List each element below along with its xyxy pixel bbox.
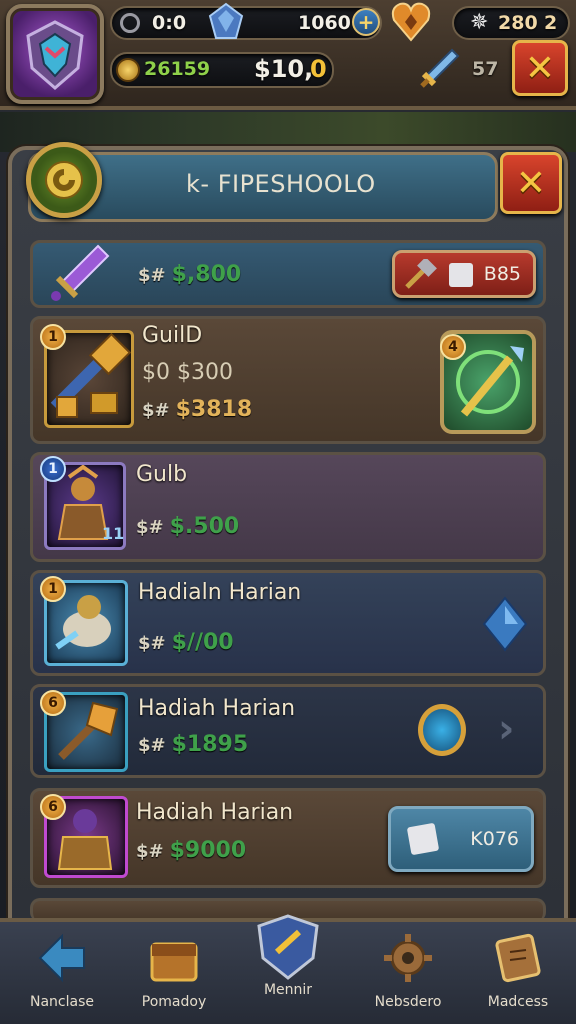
item-name: Hadiah Harian <box>138 696 296 721</box>
gold-coin-icon <box>116 58 140 82</box>
close-hud-button[interactable]: ✕ <box>512 40 568 96</box>
item-name: GuilD <box>142 323 203 348</box>
level-value: 0:0 <box>152 12 187 34</box>
stone-icon <box>449 263 473 287</box>
item-price: $# $9000 <box>136 838 247 863</box>
sword-icon <box>420 48 460 88</box>
featured-buy-button[interactable]: B85 <box>392 250 536 298</box>
sun-medal-icon <box>26 142 102 218</box>
cash-suffix: 0 <box>310 55 327 83</box>
trophy-suffix: 2 <box>544 12 558 34</box>
featured-buy-label: B85 <box>483 263 521 285</box>
item-price: $# $.500 <box>136 514 240 539</box>
close-panel-button[interactable]: ✕ <box>500 152 562 214</box>
blue-gem-icon <box>208 2 244 39</box>
hammer-icon <box>405 259 437 289</box>
game-screen: 0:0 1060 + ✵ 280 2 26159 $10, 0 57 ✕ k- … <box>0 0 576 1024</box>
item-level-badge: 1 <box>40 324 66 350</box>
purple-crystal-weapon-icon <box>51 244 110 301</box>
item-buy-button[interactable]: K076 <box>388 806 534 872</box>
item-level-badge: 1 <box>40 456 66 482</box>
item-subtext: $0 $300 <box>142 360 233 385</box>
item-level-badge: 1 <box>40 576 66 602</box>
orb-amulet-icon[interactable] <box>418 704 466 756</box>
player-portrait[interactable] <box>6 4 104 104</box>
top-hud: 0:0 1060 + ✵ 280 2 26159 $10, 0 57 ✕ <box>0 0 576 110</box>
add-gems-button[interactable]: + <box>352 8 380 36</box>
clock-icon <box>120 13 140 33</box>
nav-item-5[interactable]: Madcess <box>466 920 570 1020</box>
item-price: $# $1895 <box>138 732 249 757</box>
item-price: $# $3818 <box>142 397 253 422</box>
blue-diamond-icon[interactable] <box>482 596 528 652</box>
shield-icon <box>257 914 319 980</box>
nav-item-1[interactable]: Nanclase <box>10 920 114 1020</box>
treasure-chest-icon <box>150 942 198 982</box>
item-price: $# $//00 <box>138 630 234 655</box>
item-name: Hadiah Harian <box>136 800 294 825</box>
item-buy-label: K076 <box>470 828 519 850</box>
nav-item-2[interactable]: Pomadoy <box>122 920 226 1020</box>
gems-value: 1060 <box>298 12 351 34</box>
sword-count: 57 <box>472 58 499 80</box>
arrow-icon <box>38 933 85 983</box>
hero-emblem-icon <box>26 20 84 90</box>
close-icon: ✕ <box>515 162 547 204</box>
nav-item-3[interactable]: Mennir <box>236 910 340 1010</box>
gold-value: 26159 <box>144 58 211 80</box>
reward-badge: 4 <box>440 334 466 360</box>
heart-trophy-icon <box>391 2 431 42</box>
featured-price: $# $,800 <box>138 262 242 287</box>
scroll-icon <box>495 933 541 983</box>
close-icon: ✕ <box>524 47 556 89</box>
item-name: Gulb <box>136 462 188 487</box>
thumb-number: 11 <box>102 524 125 543</box>
nav-item-4[interactable]: Nebsdero <box>356 920 460 1020</box>
chevron-right-icon[interactable]: › <box>498 706 514 752</box>
panel-title: k- FIPESHOOLO <box>186 170 376 198</box>
item-level-badge: 6 <box>40 690 66 716</box>
gear-icon <box>384 934 432 982</box>
item-name: Hadialn Harian <box>138 580 302 605</box>
star-icon: ✵ <box>470 10 489 35</box>
item-level-badge: 6 <box>40 794 66 820</box>
trophy-value: 280 <box>498 12 538 34</box>
cash-value: $10, <box>254 55 314 83</box>
stone-icon <box>406 822 440 856</box>
